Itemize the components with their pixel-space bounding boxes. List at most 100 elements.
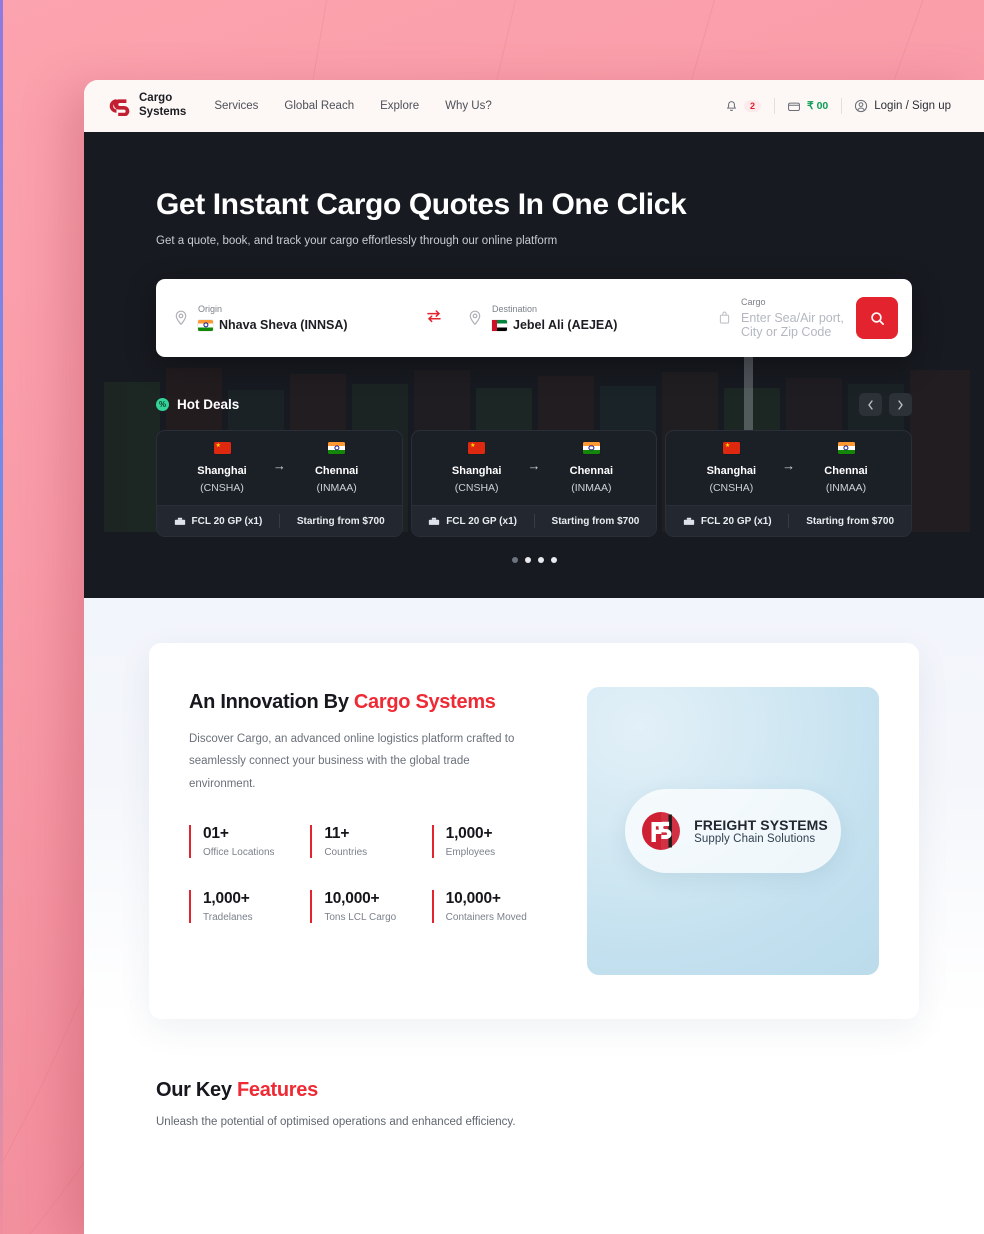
carousel-dot[interactable] — [537, 557, 544, 563]
wallet-button[interactable]: ₹ 00 — [774, 100, 841, 113]
deal-container-type: FCL 20 GP (x1) — [191, 515, 263, 527]
route-arrow-icon: → — [527, 458, 541, 473]
nav-link-why-us[interactable]: Why Us? — [445, 100, 492, 112]
features-subtitle: Unleash the potential of optimised opera… — [156, 1116, 516, 1128]
china-flag-icon — [468, 441, 486, 454]
container-icon — [683, 517, 695, 525]
nav-links: Services Global Reach Explore Why Us? — [214, 100, 491, 112]
nav-link-global-reach[interactable]: Global Reach — [284, 100, 354, 112]
india-flag-icon — [582, 442, 600, 454]
freight-systems-logo-pill: FREIGHT SYSTEMS Supply Chain Solutions — [625, 789, 841, 873]
swap-ports-button[interactable] — [426, 309, 442, 328]
features-title-accent: Features — [236, 1079, 318, 1101]
deal-footer: FCL 20 GP (x1) Starting from $700 — [411, 505, 657, 536]
carousel-dots — [156, 557, 912, 563]
stat-item: 11+ Countries — [310, 825, 431, 859]
notifications-button[interactable]: 2 — [712, 100, 774, 113]
deal-price: Starting from $700 — [806, 515, 895, 527]
deal-price: Starting from $700 — [551, 515, 640, 527]
nav-right-actions: 2 ₹ 00 Login / Sign up — [712, 99, 964, 113]
brand-name: Cargo Systems — [139, 92, 186, 119]
carousel-dot[interactable] — [524, 557, 531, 563]
innovation-title-accent: Cargo Systems — [353, 691, 496, 713]
carousel-dot[interactable] — [550, 557, 557, 563]
container-icon — [174, 517, 185, 525]
edge-accent-bar — [0, 0, 3, 1234]
origin-field[interactable]: Origin Nhava Sheva (INNSA) — [174, 304, 404, 332]
deal-route: Shanghai (CNSHA) → Chennai (INMAA) — [423, 441, 646, 494]
deal-footer: FCL 20 GP (x1) Starting from $700 — [157, 505, 402, 536]
deal-destination-port: Chennai (INMAA) — [547, 442, 635, 494]
brand-line-2: Systems — [139, 106, 187, 118]
deal-origin-port: Shanghai (CNSHA) — [687, 441, 775, 494]
carousel-dot[interactable] — [511, 557, 518, 563]
chevron-right-icon — [898, 399, 903, 410]
brand-logo[interactable]: Cargo Systems — [104, 92, 186, 119]
hot-deals-title: Hot Deals — [177, 397, 240, 412]
deal-price: Starting from $700 — [296, 515, 385, 527]
search-submit-button[interactable] — [856, 297, 898, 339]
container-icon — [429, 517, 440, 525]
cargo-input-placeholder[interactable]: Enter Sea/Air port, City or Zip Code — [741, 311, 856, 339]
hero-title: Get Instant Cargo Quotes In One Click — [156, 188, 687, 221]
deal-container-type: FCL 20 GP (x1) — [446, 515, 517, 527]
location-pin-icon — [175, 310, 187, 326]
brand-line-1: Cargo — [139, 92, 173, 105]
stat-item: 1,000+ Employees — [431, 825, 553, 859]
cargo-label: Cargo — [741, 297, 766, 307]
deal-container-type-wrap: FCL 20 GP (x1) — [666, 516, 788, 527]
wallet-icon — [788, 102, 800, 111]
stat-number: 10,000+ — [445, 890, 501, 908]
deal-origin-city: Shanghai — [197, 465, 247, 477]
route-arrow-icon: → — [782, 458, 796, 473]
deal-destination-code: (INMAA) — [316, 482, 357, 494]
stat-label: Office Locations — [203, 847, 275, 859]
destination-value: Jebel Ali (AEJEA) — [513, 318, 618, 332]
nav-link-explore[interactable]: Explore — [380, 100, 419, 112]
stat-item: 10,000+ Containers Moved — [431, 890, 553, 924]
deal-origin-city: Shanghai — [451, 465, 502, 477]
hot-deal-card[interactable]: Shanghai (CNSHA) → Chennai (INMAA) — [410, 430, 658, 537]
hot-deals-cards: Shanghai (CNSHA) → Chennai (INMAA) — [156, 430, 913, 537]
location-pin-icon — [469, 310, 481, 326]
deal-origin-code: (CNSHA) — [454, 482, 499, 494]
freight-systems-logo-panel: FREIGHT SYSTEMS Supply Chain Solutions — [587, 687, 879, 975]
carousel-next-button[interactable] — [889, 393, 912, 416]
bell-icon — [726, 100, 737, 111]
top-navigation-bar: Cargo Systems Services Global Reach Expl… — [84, 80, 984, 132]
uae-flag-icon — [492, 319, 507, 331]
innovation-text-column: An Innovation By Cargo Systems Discover … — [189, 687, 553, 975]
freight-systems-logo-text: FREIGHT SYSTEMS Supply Chain Solutions — [694, 817, 828, 845]
freight-systems-logo-icon — [642, 812, 681, 850]
destination-label: Destination — [492, 304, 538, 314]
carousel-prev-button[interactable] — [859, 393, 882, 416]
hero-content: Get Instant Cargo Quotes In One Click Ge… — [156, 188, 913, 563]
discount-badge-icon: % — [156, 398, 169, 411]
deal-origin-port: Shanghai (CNSHA) — [433, 441, 521, 494]
login-signup-button[interactable]: Login / Sign up — [841, 99, 964, 113]
origin-value: Nhava Sheva (INNSA) — [219, 318, 348, 332]
stat-label: Employees — [445, 847, 496, 859]
stat-label: Tons LCL Cargo — [324, 912, 397, 924]
features-title: Our Key Features — [156, 1079, 912, 1102]
cargo-field[interactable]: Cargo Enter Sea/Air port, City or Zip Co… — [718, 297, 856, 339]
stat-label: Tradelanes — [203, 912, 253, 924]
destination-field[interactable]: Destination Jebel Ali (AEJEA) — [468, 304, 718, 332]
china-flag-icon — [722, 441, 740, 454]
nav-link-services[interactable]: Services — [214, 100, 258, 112]
browser-window: Cargo Systems Services Global Reach Expl… — [84, 80, 984, 1234]
deal-origin-port: Shanghai (CNSHA) — [178, 441, 266, 494]
hot-deal-card[interactable]: Shanghai (CNSHA) → Chennai (INMAA) — [156, 430, 403, 537]
hot-deal-card[interactable]: Shanghai (CNSHA) → Chennai (INMAA) — [665, 430, 913, 537]
origin-label: Origin — [198, 304, 223, 314]
cargo-box-icon — [719, 311, 730, 324]
hot-deals-carousel-nav — [859, 393, 912, 416]
deal-destination-code: (INMAA) — [825, 482, 867, 494]
features-title-plain: Our Key — [156, 1079, 237, 1101]
innovation-card: An Innovation By Cargo Systems Discover … — [149, 643, 919, 1019]
notification-count-badge: 2 — [743, 100, 761, 112]
stat-number: 01+ — [203, 825, 229, 843]
deal-origin-code: (CNSHA) — [200, 482, 244, 494]
destination-value-wrap: Jebel Ali (AEJEA) — [492, 318, 617, 332]
innovation-section: An Innovation By Cargo Systems Discover … — [84, 598, 984, 1019]
